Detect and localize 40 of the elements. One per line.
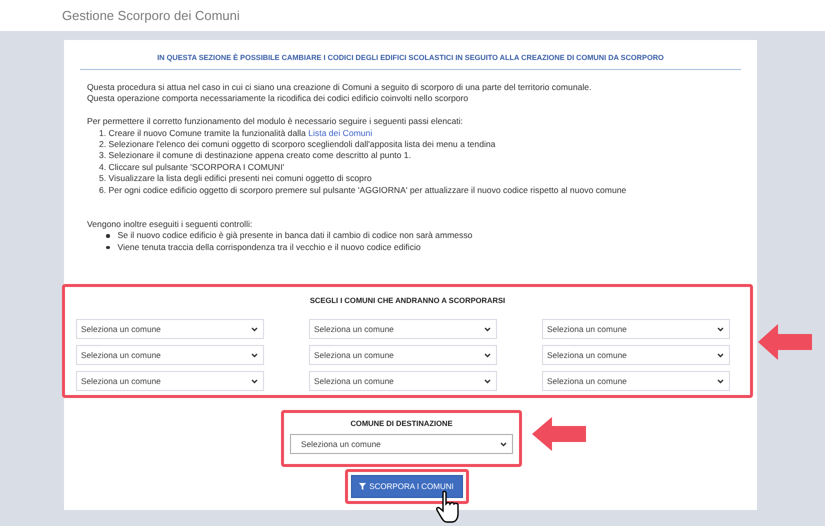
step-text: 2. Selezionare l'elenco dei comuni oggetto di scorporo scegliendoli dall'apposita lista dei menu a tendina bbox=[98, 139, 496, 150]
comune-select[interactable]: Seleziona un comune bbox=[76, 345, 264, 366]
comune-select[interactable]: Seleziona un comune bbox=[76, 371, 264, 392]
steps-intro: Per permettere il corretto funzionamento del modulo è necessario seguire i seguenti passi elencati: bbox=[87, 116, 464, 128]
intro-text: Questa procedura si attua nel caso in cui ci siano una creazione di Comuni a seguito di scorporo di una parte del territorio comunale. bbox=[87, 82, 592, 94]
step-text: 1. Creare il nuovo Comune tramite la funzionalità dalla Lista dei Comuni bbox=[98, 128, 374, 140]
list-link[interactable]: Lista dei Comuni bbox=[308, 128, 372, 138]
comune-select[interactable]: Seleziona un comune bbox=[76, 319, 264, 340]
chevron-icon bbox=[251, 352, 258, 358]
comune-select[interactable]: Seleziona un comune bbox=[309, 345, 497, 366]
chevron-icon bbox=[484, 326, 491, 332]
check-text: Se il nuovo codice edificio è già presente in banca dati il cambio di codice non sarà ammesso bbox=[118, 230, 472, 242]
chevron-icon bbox=[717, 352, 724, 358]
step-text: 6. Per ogni codice edificio oggetto di scorporo premere sul pulsante 'AGGIORNA' per attualizzare il nuovo codice rispetto al nuovo comune bbox=[98, 184, 628, 196]
scorpora-button[interactable]: SCORPORA I COMUNI bbox=[350, 475, 462, 498]
step-text: 5. Visualizzare la lista degli edifici presenti nei comuni oggetto di scopro bbox=[98, 173, 373, 185]
bullet-icon bbox=[106, 246, 110, 250]
comune-select[interactable]: Seleziona un comune bbox=[309, 319, 497, 340]
chevron-icon bbox=[251, 326, 258, 332]
comune-select[interactable]: Seleziona un comune bbox=[309, 371, 497, 392]
page-title: Gestione Scorporo dei Comuni bbox=[62, 8, 240, 23]
comune-select[interactable]: Seleziona un comune bbox=[542, 319, 730, 340]
comune-select[interactable]: Seleziona un comune bbox=[542, 345, 730, 366]
check-text: Viene tenuta traccia della corrispondenza tra il vecchio e il nuovo codice edificio bbox=[118, 242, 421, 254]
chevron-icon bbox=[500, 442, 507, 447]
arrow-icon bbox=[532, 417, 586, 452]
step-text: 3. Selezionare il comune di destinazione appena creato come descritto al punto 1. bbox=[98, 150, 412, 162]
comune-select[interactable]: Seleziona un comune bbox=[542, 371, 730, 392]
chevron-icon bbox=[251, 378, 258, 384]
step-text: 4. Cliccare sul pulsante 'SCORPORA I COMUNI' bbox=[98, 162, 286, 174]
chevron-icon bbox=[484, 378, 491, 384]
destination-select[interactable]: Seleziona un comune bbox=[290, 434, 513, 454]
chevron-icon bbox=[717, 378, 724, 384]
chevron-icon bbox=[484, 352, 491, 358]
filter-icon bbox=[359, 483, 366, 490]
chevron-icon bbox=[717, 326, 724, 332]
arrow-icon bbox=[758, 324, 812, 360]
intro-text: Questa operazione comporta necessariamente la ricodifica dei codici edificio coinvolti nello scorporo bbox=[87, 93, 470, 105]
checks-intro: Vengono inoltre eseguiti i seguenti controlli: bbox=[87, 218, 254, 230]
bullet-icon bbox=[106, 234, 110, 238]
